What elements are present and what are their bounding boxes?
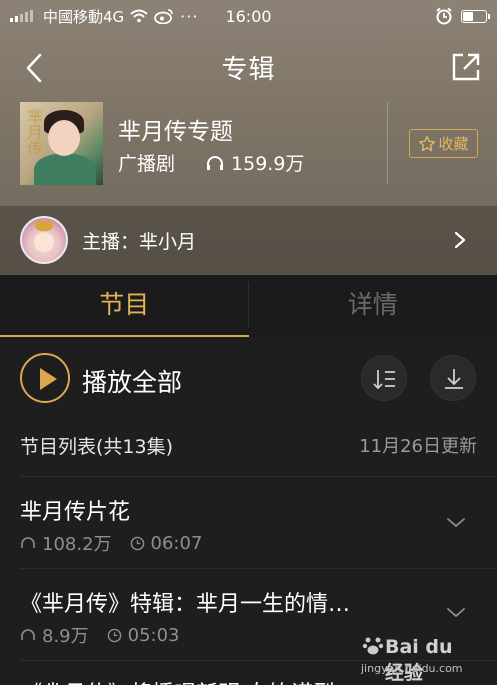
chevron-down-icon[interactable] xyxy=(445,606,467,620)
nav-bar: 专辑 xyxy=(0,40,497,94)
clock-icon xyxy=(130,536,144,550)
episode-title: 《芈月传》将播喝新明 女饮诺型 xyxy=(20,676,335,685)
album-play-count: 159.9万 xyxy=(231,153,305,175)
episode-duration: 06:07 xyxy=(150,532,203,554)
host-label: 主播：芈小月 xyxy=(82,231,197,253)
host-row[interactable]: 主播：芈小月 xyxy=(0,206,497,275)
weibo-icon xyxy=(154,9,173,24)
status-bar: 中國移動4G ··· 16:00 xyxy=(0,0,497,32)
sort-button[interactable] xyxy=(361,355,407,401)
battery-icon xyxy=(461,9,490,23)
episode-title: 芈月传片花 xyxy=(20,500,131,525)
baidu-watermark: Bai du 经验 jingyan.baidu.com xyxy=(361,632,471,684)
list-item[interactable]: 芈月传片花 108.2万 06:07 xyxy=(0,476,497,568)
chevron-right-icon[interactable] xyxy=(453,230,467,250)
avatar[interactable] xyxy=(20,216,68,264)
update-date: 11月26日更新 xyxy=(359,436,477,457)
collect-button[interactable]: 收藏 xyxy=(409,129,478,158)
episode-meta: 108.2万 06:07 xyxy=(20,530,202,556)
download-button[interactable] xyxy=(430,355,476,401)
sort-icon xyxy=(373,370,395,390)
headphone-icon xyxy=(207,155,224,170)
album-title: 芈月传专题 xyxy=(118,119,233,145)
episode-play-count: 8.9万 xyxy=(42,626,89,647)
episode-play-count: 108.2万 xyxy=(42,534,112,555)
alarm-icon xyxy=(436,7,452,25)
paw-logo-icon xyxy=(362,637,384,655)
chevron-down-icon[interactable] xyxy=(445,516,467,530)
episode-title: 《芈月传》特辑：芈月一生的情… xyxy=(20,592,351,617)
album-meta: 广播剧 159.9万 xyxy=(118,149,304,176)
list-header: 节目列表(共13集) 11月26日更新 xyxy=(20,425,477,465)
wifi-icon xyxy=(130,9,148,23)
tab-programs[interactable]: 节目 xyxy=(0,275,249,337)
play-all-button[interactable]: 播放全部 xyxy=(82,363,182,399)
episode-meta: 8.9万 05:03 xyxy=(20,622,180,648)
headphone-icon xyxy=(21,629,35,640)
star-outline-icon xyxy=(419,135,436,151)
headphone-icon xyxy=(21,537,35,548)
download-icon xyxy=(445,369,463,389)
tab-divider xyxy=(248,282,249,328)
album-cover-image[interactable]: 芈月传 xyxy=(20,102,103,185)
episode-count: 节目列表(共13集) xyxy=(20,435,174,458)
play-icon[interactable] xyxy=(20,353,70,403)
episode-duration: 05:03 xyxy=(127,624,180,646)
cover-title-text: 芈月传 xyxy=(24,108,43,156)
play-all-row: 播放全部 xyxy=(0,351,497,411)
divider xyxy=(387,102,388,184)
clock-icon xyxy=(107,628,121,642)
watermark-url: jingyan.baidu.com xyxy=(361,662,463,675)
album-category: 广播剧 xyxy=(118,153,176,175)
share-out-icon[interactable] xyxy=(449,50,483,84)
watermark-brand: Bai du 经验 xyxy=(385,636,453,684)
page-title: 专辑 xyxy=(221,55,276,85)
status-time: 16:00 xyxy=(225,6,272,26)
signal-icon xyxy=(10,10,33,22)
more-dots-icon: ··· xyxy=(180,6,199,26)
tab-details[interactable]: 详情 xyxy=(249,275,497,337)
carrier-label: 中國移動4G xyxy=(43,7,125,26)
collect-label: 收藏 xyxy=(438,135,469,153)
